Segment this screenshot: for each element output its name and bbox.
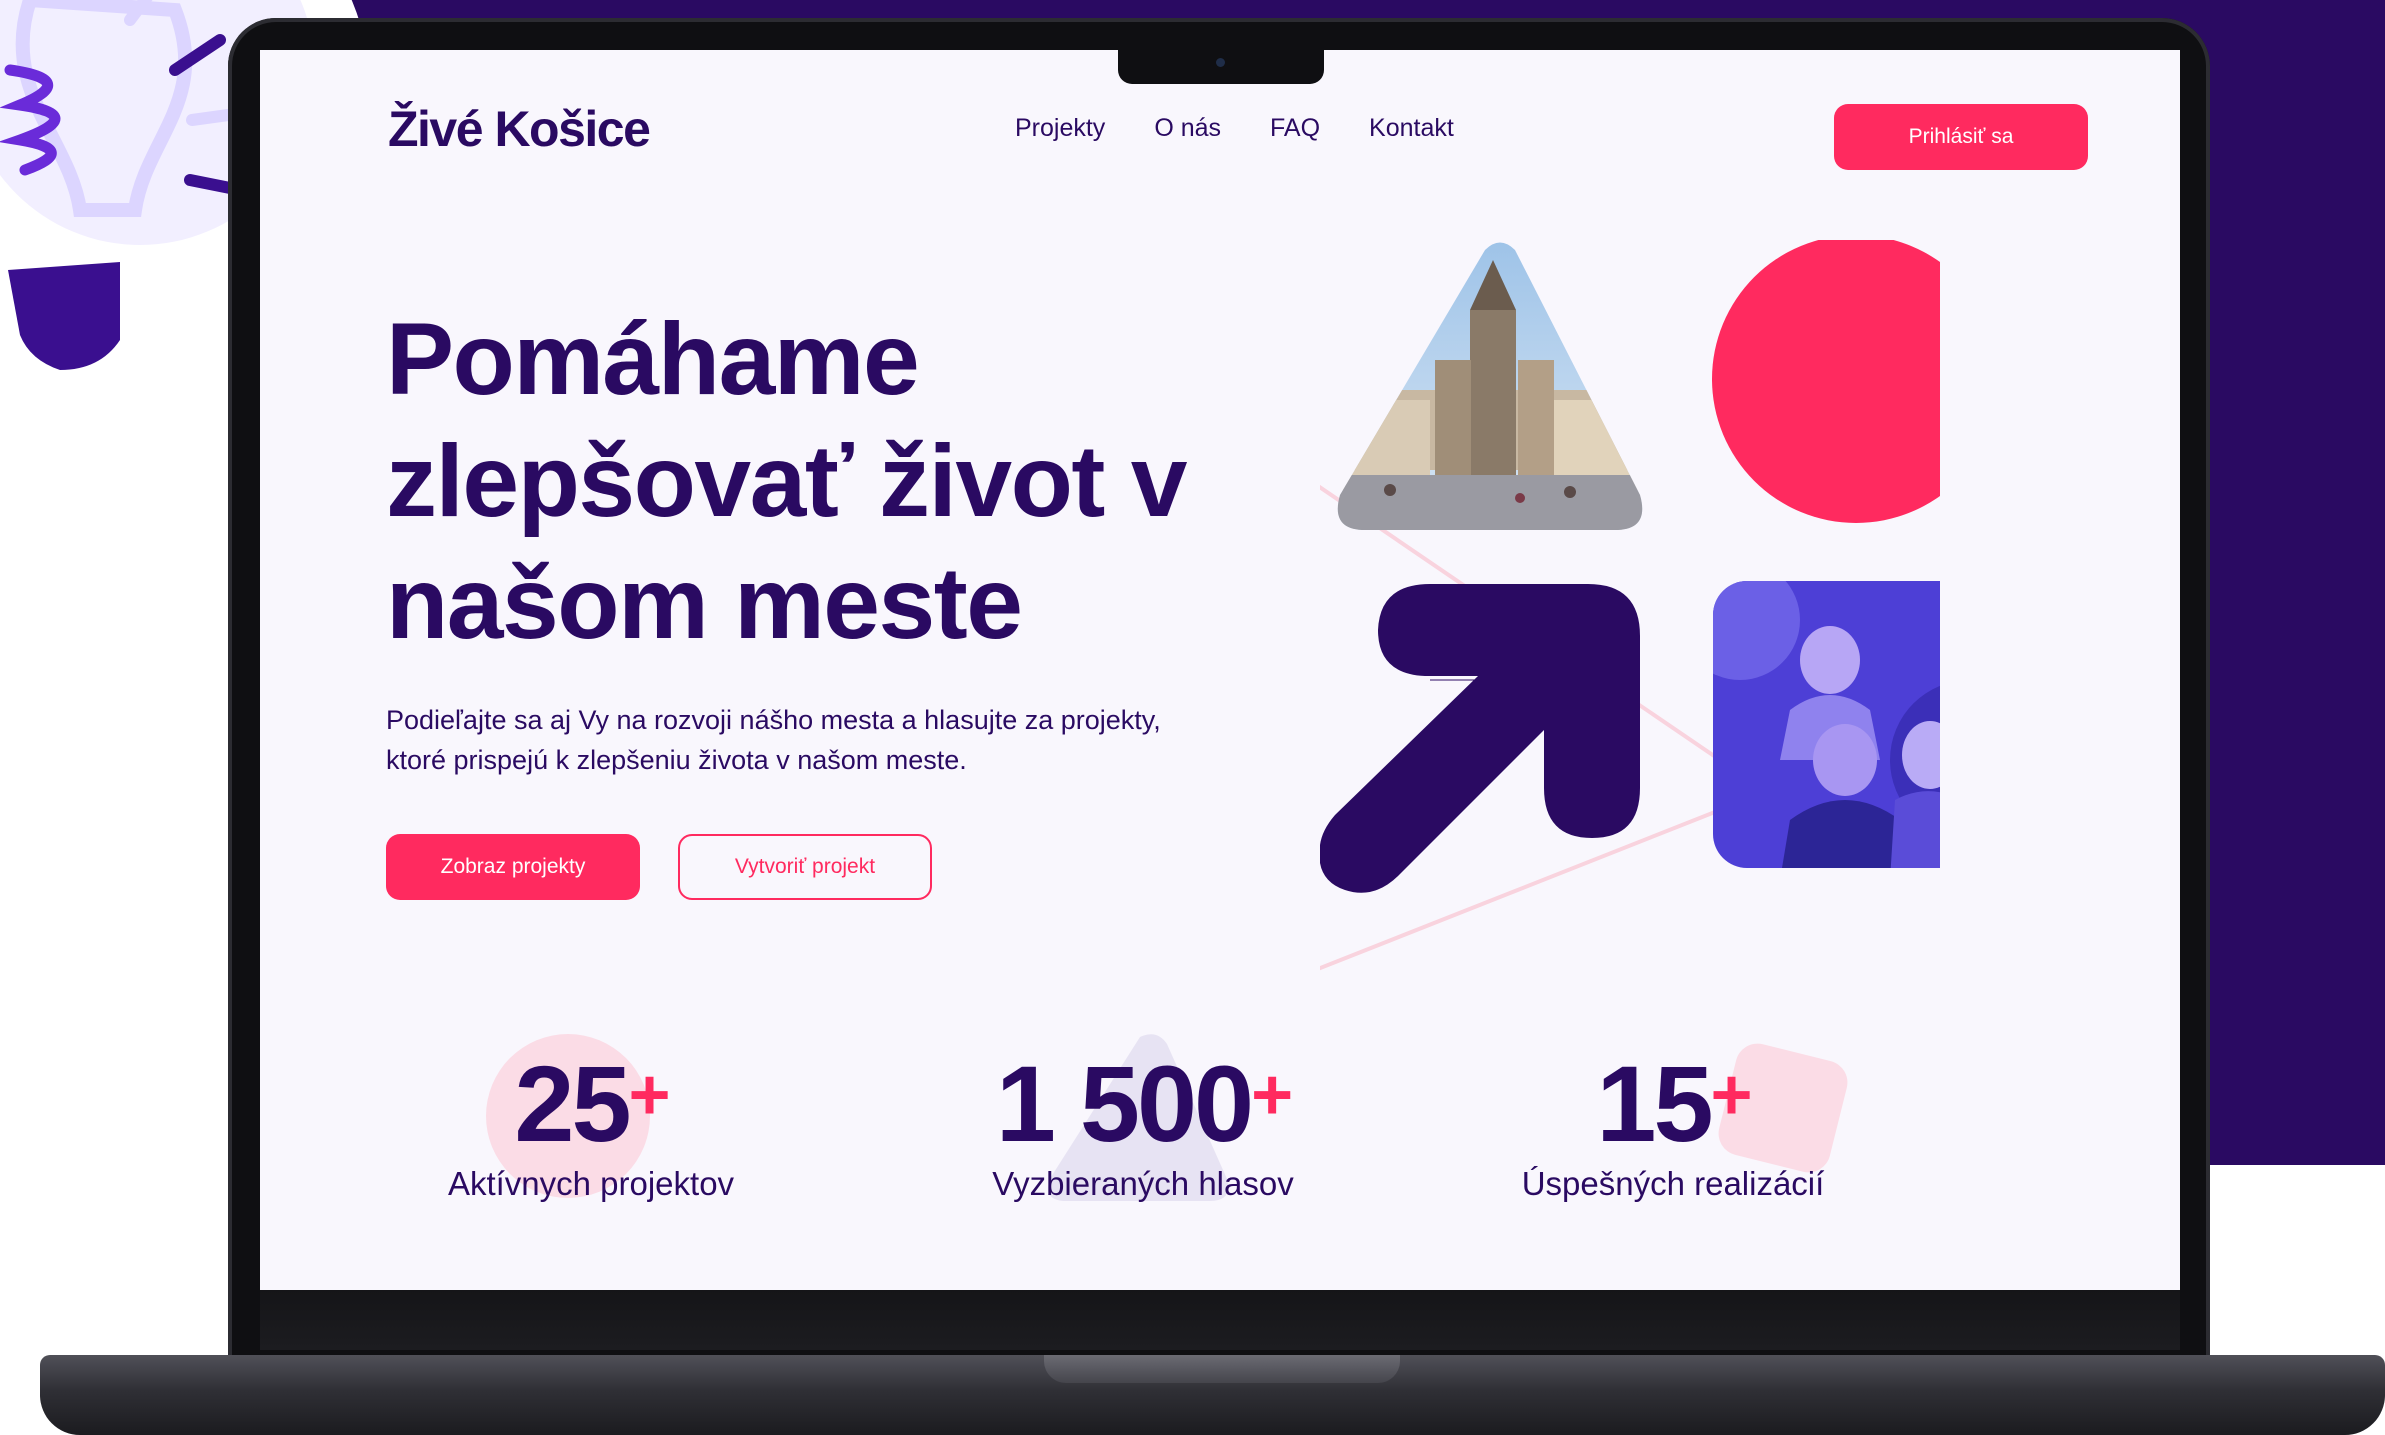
stat-value: 1 500+ [923,1035,1363,1164]
stat-number: 25 [514,1043,631,1164]
stat-plus-sign: + [1710,1055,1753,1135]
site-logo[interactable]: Živé Košice [388,100,651,158]
nav-item-faq[interactable]: FAQ [1270,114,1320,143]
stat-value: 15+ [1453,1035,1893,1164]
laptop-screen: Živé Košice Projekty O nás FAQ Kontakt P… [260,50,2180,1290]
stat-realizations: 15+ Úspešných realizácií [1453,1035,1893,1204]
hero-illustration [1320,240,1940,971]
stat-active-projects: 25+ Aktívnych projektov [371,1034,811,1204]
stat-number: 15 [1596,1043,1713,1164]
nav-item-o-nas[interactable]: O nás [1154,114,1221,143]
nav-item-projekty[interactable]: Projekty [1015,114,1105,143]
stat-label: Úspešných realizácií [1521,1165,1825,1202]
pink-circle-shape [1712,240,1940,523]
stat-label: Vyzbieraných hlasov [992,1165,1294,1202]
main-navigation: Projekty O nás FAQ Kontakt [1015,114,1454,143]
create-project-button[interactable]: Vytvoriť projekt [678,834,932,900]
hero-title: Pomáhame zlepšovať život v našom meste [386,302,1187,660]
login-button[interactable]: Prihlásiť sa [1834,104,2088,170]
camera-notch [1118,50,1324,84]
stat-number: 1 500 [995,1043,1254,1164]
nav-item-kontakt[interactable]: Kontakt [1369,114,1454,143]
show-projects-button[interactable]: Zobraz projekty [386,834,640,900]
stat-plus-sign: + [1251,1055,1293,1135]
laptop-hinge-notch [1044,1355,1400,1383]
stat-plus-sign: + [628,1055,671,1135]
camera-icon [1216,58,1225,67]
stat-value: 25+ [371,1035,811,1164]
hero-description: Podieľajte sa aj Vy na rozvoji nášho mes… [386,705,1161,775]
laptop-bottom-bezel [260,1290,2180,1350]
stat-votes: 1 500+ Vyzbieraných hlasov [923,1034,1363,1204]
family-photo-square [1713,581,1940,868]
stat-label: Aktívnych projektov [447,1165,735,1202]
arrow-up-right-icon [1320,584,1640,893]
city-photo-triangle [1337,242,1643,530]
